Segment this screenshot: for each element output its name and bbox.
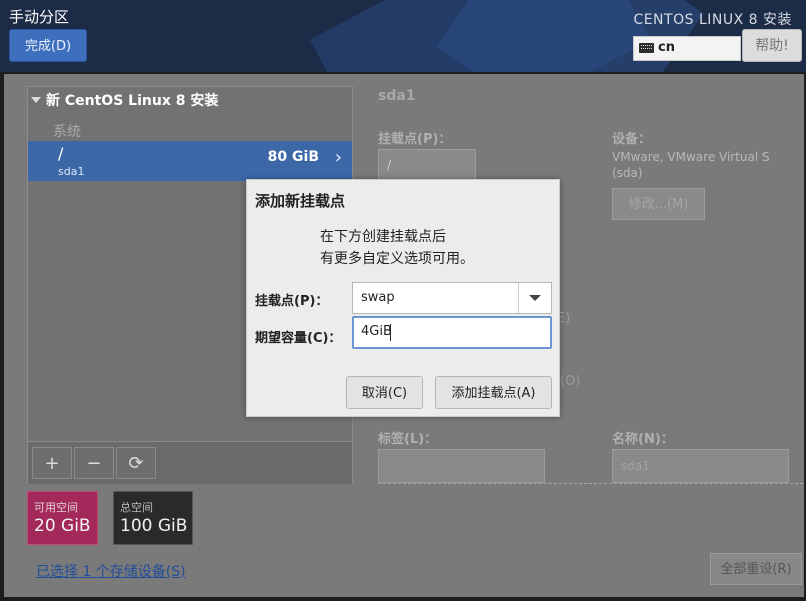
- keyboard-icon: [639, 43, 654, 53]
- mountpoint-select-label: 挂载点(P)：: [255, 294, 329, 309]
- device-label: 设备：: [612, 132, 652, 147]
- name-label: 名称(N)：: [612, 432, 674, 447]
- expander-triangle-icon[interactable]: [31, 97, 41, 103]
- dropdown-toggle[interactable]: [518, 283, 551, 313]
- reset-all-button[interactable]: 全部重设(R): [710, 553, 802, 585]
- partition-mountpoint: /: [58, 144, 64, 163]
- available-space-label: 可用空间: [34, 501, 78, 514]
- cancel-button[interactable]: 取消(C): [346, 376, 423, 409]
- keyboard-layout-label: cn: [658, 40, 675, 55]
- partition-row[interactable]: / sda1 80 GiB ›: [28, 141, 352, 181]
- available-space-value: 20 GiB: [34, 516, 91, 536]
- available-space-box: 可用空间 20 GiB: [27, 491, 98, 545]
- section-divider: [378, 483, 803, 484]
- tag-label: 标签(L)：: [378, 432, 438, 447]
- capacity-input[interactable]: 4GiB: [352, 316, 552, 349]
- dialog-description-line2: 有更多自定义选项可用。: [320, 251, 474, 267]
- mountpoint-combobox-value: swap: [361, 290, 395, 305]
- done-button[interactable]: 完成(D): [9, 29, 87, 62]
- device-name-text: VMware, VMware Virtual S: [612, 150, 770, 164]
- help-button[interactable]: 帮助!: [742, 29, 802, 62]
- device-title: sda1: [378, 88, 416, 104]
- capacity-input-value: 4GiB: [361, 324, 392, 339]
- storage-devices-link[interactable]: 已选择 1 个存储设备(S): [36, 561, 186, 581]
- device-sub-text: (sda): [612, 166, 643, 180]
- page-title: 手动分区: [9, 8, 70, 26]
- header-bar: 手动分区 完成(D) CENTOS LINUX 8 安装 cn 帮助!: [0, 0, 806, 72]
- partition-device: sda1: [58, 165, 85, 178]
- modify-device-button[interactable]: 修改...(M): [612, 188, 705, 220]
- mountpoint-field[interactable]: /: [378, 149, 476, 181]
- add-mountpoint-dialog: 添加新挂载点 在下方创建挂载点后 有更多自定义选项可用。 挂载点(P)： swa…: [246, 179, 560, 417]
- text-caret: [390, 324, 391, 341]
- capacity-input-label: 期望容量(C)：: [255, 331, 342, 346]
- mountpoint-label: 挂载点(P)：: [378, 132, 452, 147]
- remove-partition-button[interactable]: −: [74, 447, 114, 479]
- total-space-box: 总空间 100 GiB: [113, 491, 193, 545]
- partition-size: 80 GiB: [267, 149, 319, 165]
- mountpoint-combobox[interactable]: swap: [352, 282, 552, 314]
- total-space-label: 总空间: [120, 501, 153, 514]
- dialog-title: 添加新挂载点: [255, 192, 346, 210]
- system-section-label: 系统: [53, 124, 81, 140]
- dialog-description: 在下方创建挂载点后 有更多自定义选项可用。: [320, 226, 474, 270]
- total-space-value: 100 GiB: [120, 516, 188, 536]
- add-mountpoint-button[interactable]: 添加挂载点(A): [435, 376, 552, 409]
- name-field[interactable]: sda1: [612, 449, 789, 483]
- option-suffix-fragment: (O): [560, 374, 581, 389]
- chevron-down-icon: [529, 295, 541, 301]
- chevron-right-icon: ›: [334, 147, 342, 168]
- refresh-icon[interactable]: ⟳: [116, 447, 156, 479]
- tag-field[interactable]: [378, 449, 545, 483]
- installation-group-title: 新 CentOS Linux 8 安装: [46, 93, 219, 109]
- add-partition-button[interactable]: +: [32, 447, 72, 479]
- dialog-description-line1: 在下方创建挂载点后: [320, 229, 446, 245]
- keyboard-layout-indicator[interactable]: cn: [633, 36, 741, 61]
- product-title: CENTOS LINUX 8 安装: [633, 12, 792, 28]
